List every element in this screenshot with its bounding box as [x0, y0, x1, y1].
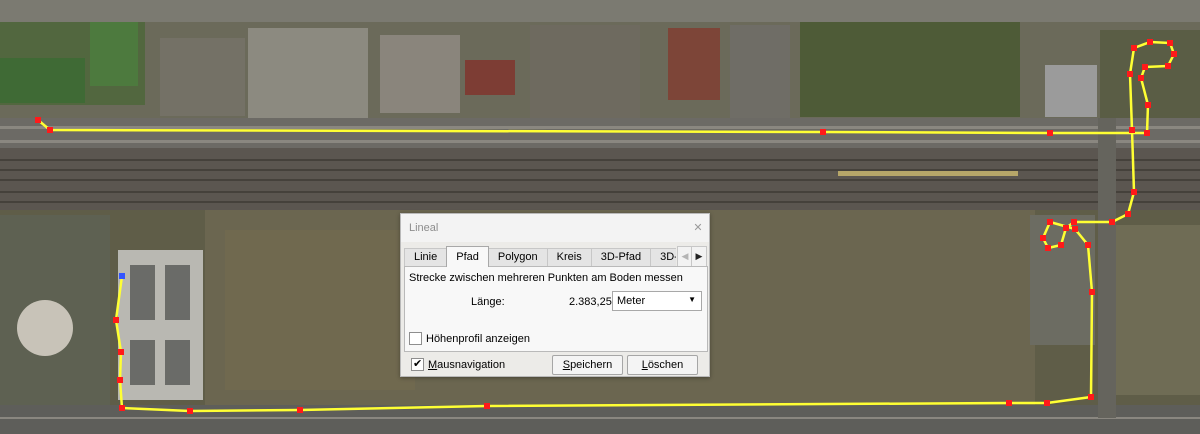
close-icon[interactable]: ✕: [691, 221, 705, 235]
path-vertex-marker[interactable]: [119, 405, 125, 411]
path-vertex-marker[interactable]: [1071, 219, 1077, 225]
path-vertex-marker[interactable]: [1144, 130, 1150, 136]
measure-description: Strecke zwischen mehreren Punkten am Bod…: [409, 272, 683, 284]
path-vertex-marker[interactable]: [1131, 189, 1137, 195]
tab-line[interactable]: Linie: [404, 248, 448, 266]
path-vertex-marker[interactable]: [1040, 235, 1046, 241]
mouse-navigation-mnemonic: M: [428, 359, 438, 371]
path-vertex-marker[interactable]: [1063, 225, 1069, 231]
path-vertex-marker[interactable]: [1085, 242, 1091, 248]
length-label: Länge:: [471, 296, 505, 308]
path-vertex-marker[interactable]: [1129, 127, 1135, 133]
path-vertex-marker[interactable]: [47, 127, 53, 133]
dialog-title: Lineal: [409, 222, 439, 234]
path-vertex-marker[interactable]: [1138, 75, 1144, 81]
path-vertex-marker[interactable]: [1125, 211, 1131, 217]
path-vertex-marker[interactable]: [484, 403, 490, 409]
path-vertex-marker[interactable]: [1058, 242, 1064, 248]
tab-panel-path: Strecke zwischen mehreren Punkten am Bod…: [404, 266, 708, 352]
path-vertex-marker[interactable]: [1131, 45, 1137, 51]
tab-bar: LiniePfadPolygonKreis3D-Pfad3D-Poly: [404, 246, 676, 267]
check-icon: ✔: [413, 358, 423, 370]
path-vertex-marker[interactable]: [1109, 219, 1115, 225]
path-vertex-marker[interactable]: [1006, 400, 1012, 406]
save-button[interactable]: Speichern: [552, 355, 623, 375]
path-vertex-marker[interactable]: [1165, 63, 1171, 69]
dialog-titlebar[interactable]: Lineal ✕: [401, 214, 709, 242]
tab-3d-path[interactable]: 3D-Pfad: [590, 248, 652, 266]
path-vertex-marker[interactable]: [1127, 71, 1133, 77]
path-vertex-marker[interactable]: [1089, 289, 1095, 295]
save-label-rest: peichern: [570, 359, 613, 371]
path-start-marker[interactable]: [119, 273, 125, 279]
path-vertex-marker[interactable]: [1142, 64, 1148, 70]
path-vertex-marker[interactable]: [117, 377, 123, 383]
chevron-down-icon: ▼: [688, 295, 696, 304]
path-vertex-marker[interactable]: [1147, 39, 1153, 45]
elevation-profile-checkbox[interactable]: [409, 332, 422, 345]
tab-circle[interactable]: Kreis: [546, 248, 592, 266]
ruler-dialog: Lineal ✕ LiniePfadPolygonKreis3D-Pfad3D-…: [400, 213, 710, 377]
tab-3d-polygon[interactable]: 3D-Poly: [650, 248, 676, 266]
mouse-navigation-label-rest: ausnavigation: [437, 359, 506, 371]
path-vertex-marker[interactable]: [297, 407, 303, 413]
path-vertex-marker[interactable]: [1072, 226, 1078, 232]
path-vertex-marker[interactable]: [187, 408, 193, 414]
path-vertex-marker[interactable]: [1047, 219, 1053, 225]
clear-label-rest: öschen: [647, 359, 684, 371]
tab-path[interactable]: Pfad: [446, 246, 489, 267]
path-vertex-marker[interactable]: [113, 317, 119, 323]
path-vertex-marker[interactable]: [1044, 400, 1050, 406]
unit-dropdown[interactable]: Meter ▼: [612, 291, 702, 311]
path-vertex-marker[interactable]: [35, 117, 41, 123]
mouse-navigation-label[interactable]: Mausnavigation: [428, 359, 505, 371]
tab-scroll-right-icon[interactable]: ▶: [691, 246, 707, 267]
path-vertex-marker[interactable]: [820, 129, 826, 135]
path-vertex-marker[interactable]: [1171, 51, 1177, 57]
length-value: 2.383,25: [569, 296, 612, 308]
path-vertex-marker[interactable]: [1167, 40, 1173, 46]
mouse-navigation-checkbox[interactable]: ✔: [411, 358, 424, 371]
unit-selected: Meter: [617, 295, 646, 307]
path-vertex-marker[interactable]: [1047, 130, 1053, 136]
elevation-profile-label[interactable]: Höhenprofil anzeigen: [426, 333, 530, 345]
path-vertex-marker[interactable]: [1145, 102, 1151, 108]
clear-button[interactable]: Löschen: [627, 355, 698, 375]
save-mnemonic: S: [562, 359, 571, 371]
path-vertex-marker[interactable]: [1045, 245, 1051, 251]
path-vertex-marker[interactable]: [1088, 394, 1094, 400]
tab-polygon[interactable]: Polygon: [487, 248, 548, 266]
path-vertex-marker[interactable]: [118, 349, 124, 355]
